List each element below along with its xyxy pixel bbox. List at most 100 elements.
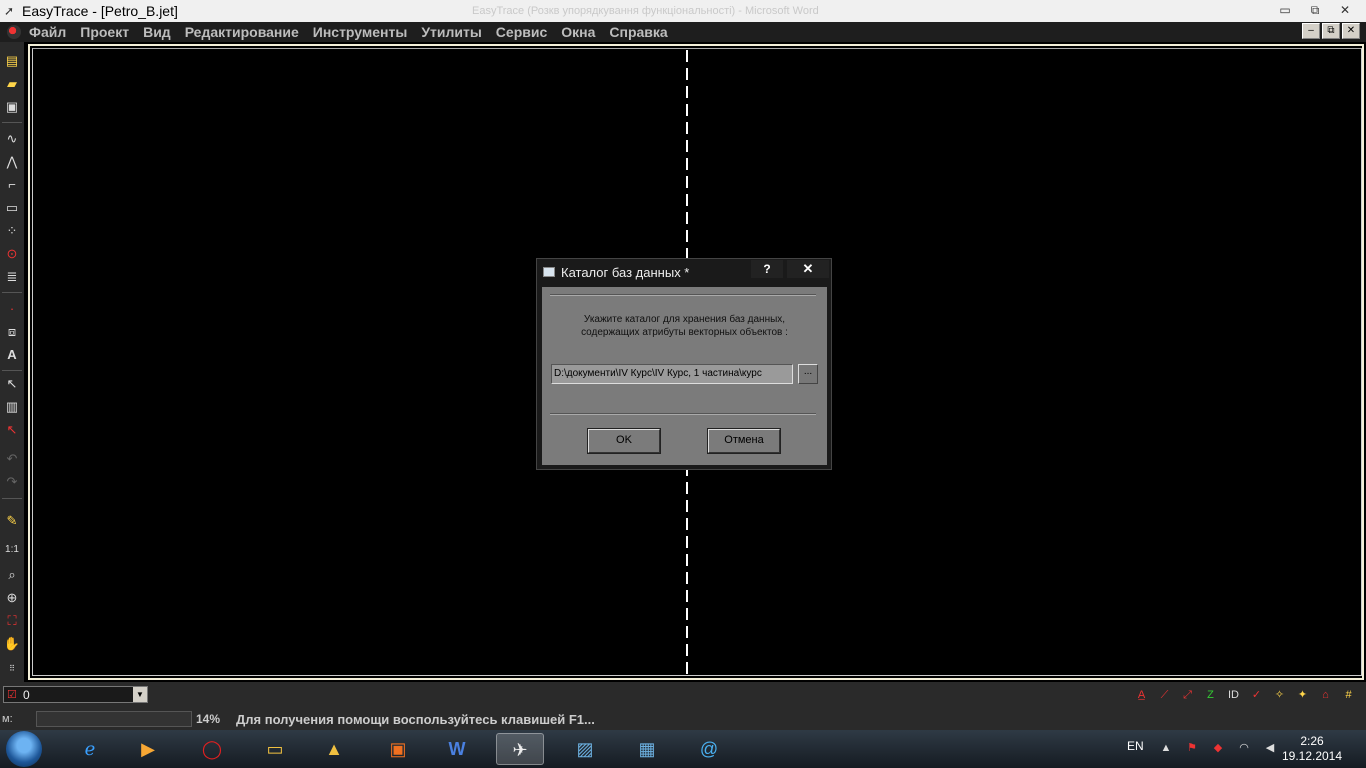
dialog-close-button[interactable]: ✕ [787, 260, 829, 278]
symbol-tool-icon[interactable]: ⧈ [3, 323, 21, 341]
zoom-icon[interactable]: ⌕ [3, 566, 21, 584]
snap-node-icon[interactable]: ✦ [1293, 686, 1312, 704]
minimize-button[interactable]: ▭ [1272, 2, 1298, 19]
ratio-icon[interactable]: ⠿ [3, 660, 21, 678]
catalog-path-field[interactable]: D:\документи\IV Курс\IV Курс, 1 частина\… [551, 364, 793, 384]
layer-check-icon: ☑ [7, 688, 17, 701]
menu-edit[interactable]: Редактирование [185, 24, 299, 40]
doc-minimize-button[interactable]: – [1302, 23, 1320, 39]
menu-windows[interactable]: Окна [561, 24, 595, 40]
open-folder-icon[interactable]: ▰ [3, 75, 21, 93]
scale-one-to-one-icon[interactable]: 1:1 [3, 541, 21, 559]
menu-file[interactable]: Файл [29, 24, 66, 40]
menu-project[interactable]: Проект [80, 24, 129, 40]
zoom-window-icon[interactable]: ⊕ [3, 589, 21, 607]
prompt-line-2: содержащих атрибуты векторных объектов : [581, 327, 788, 338]
doc-close-button[interactable]: ✕ [1342, 23, 1360, 39]
media-player-icon[interactable]: ▶ [124, 733, 172, 765]
left-toolbar: ▤ ▰ ▣ ∿ ⋀ ⌐ ▭ ⁘ ⊙ ≣ · ⧈ A ↖ ▥ ↖ ↶ ↷ ✎ 1:… [0, 42, 24, 682]
volume-icon[interactable]: ◀ [1262, 740, 1278, 756]
doc-restore-button[interactable]: ⧉ [1322, 23, 1340, 39]
bottom-separator [550, 413, 816, 415]
line-edit-icon[interactable]: ⟋ [1155, 686, 1174, 704]
step-line-tool-icon[interactable]: ⌐ [3, 176, 21, 194]
system-tray: ▲ ⚑ ◆ ◠ ◀ [1158, 740, 1278, 756]
zoom-extents-icon[interactable]: ⛶ [3, 612, 21, 630]
app-arrow-icon: ➚ [4, 4, 15, 18]
right-tool-icons: A̲ ⟋ ⤢ Z ID ✓ ✧ ✦ ⌂ # [1132, 686, 1358, 704]
status-help-text: Для получения помощи воспользуйтесь клав… [236, 711, 595, 727]
hatch-tool-icon[interactable]: ≣ [3, 268, 21, 286]
toolbar-separator [2, 370, 22, 371]
undo-icon[interactable]: ↶ [3, 450, 21, 468]
layer-toolbar: ☑ 0 ▼ A̲ ⟋ ⤢ Z ID ✓ ✧ ✦ ⌂ # [0, 682, 1366, 708]
rectangle-tool-icon[interactable]: ▭ [3, 199, 21, 217]
polyline-tool-icon[interactable]: ⋀ [3, 153, 21, 171]
aimp-player-icon[interactable]: ▲ [310, 733, 358, 765]
mail-agent-icon[interactable]: @ [685, 733, 733, 765]
toolbar-separator [2, 122, 22, 123]
new-file-icon[interactable]: ▤ [3, 52, 21, 70]
z-order-icon[interactable]: Z [1201, 686, 1220, 704]
restore-button[interactable]: ⧉ [1302, 2, 1328, 19]
pencil-icon[interactable]: ✎ [3, 512, 21, 530]
snap-icon[interactable]: ✧ [1270, 686, 1289, 704]
database-catalog-dialog: Каталог баз данных * ? ✕ Укажите каталог… [536, 258, 832, 470]
grid-icon[interactable]: # [1339, 686, 1358, 704]
scale-label: м: [2, 713, 13, 725]
menu-help[interactable]: Справка [609, 24, 667, 40]
coordinate-field [36, 711, 192, 727]
dialog-title: Каталог баз данных * [561, 264, 690, 280]
action-center-icon[interactable]: ⚑ [1184, 740, 1200, 756]
circle-point-tool-icon[interactable]: ⊙ [3, 245, 21, 263]
picture-viewer-icon[interactable]: ▨ [561, 733, 609, 765]
word-icon[interactable]: W [433, 733, 481, 765]
dialog-help-button[interactable]: ? [751, 260, 783, 278]
menu-bar: Файл Проект Вид Редактирование Инструмен… [0, 22, 1366, 42]
select-node-icon[interactable]: ↖ [3, 421, 21, 439]
close-button[interactable]: ✕ [1332, 2, 1358, 19]
home-icon[interactable]: ⌂ [1316, 686, 1335, 704]
document-system-icon[interactable] [7, 25, 21, 39]
window-controls: ▭ ⧉ ✕ [1272, 2, 1358, 19]
point-tool-icon[interactable]: · [3, 300, 21, 318]
text-tool-icon[interactable]: A [3, 346, 21, 364]
multi-select-icon[interactable]: ▥ [3, 398, 21, 416]
attribute-icon[interactable]: A̲ [1132, 686, 1151, 704]
menu-utilities[interactable]: Утилиты [421, 24, 481, 40]
select-arrow-icon[interactable]: ↖ [3, 375, 21, 393]
antivirus-icon[interactable]: ◆ [1210, 740, 1226, 756]
easytrace-task-icon[interactable]: ✈ [496, 733, 544, 765]
background-window-title: EasyTrace (Розкв упорядкування функціона… [472, 5, 819, 17]
ok-button[interactable]: OK [587, 428, 661, 454]
redo-icon[interactable]: ↷ [3, 473, 21, 491]
dropdown-arrow-icon[interactable]: ▼ [133, 687, 147, 702]
toolbar-separator [2, 498, 22, 499]
clock[interactable]: 2:26 19.12.2014 [1280, 734, 1344, 764]
layer-select[interactable]: ☑ 0 ▼ [3, 686, 148, 703]
pan-hand-icon[interactable]: ✋ [3, 635, 21, 653]
start-button[interactable] [6, 731, 42, 767]
menu-service[interactable]: Сервис [496, 24, 547, 40]
curve-tool-icon[interactable]: ∿ [3, 130, 21, 148]
vertex-icon[interactable]: ⤢ [1178, 686, 1197, 704]
show-hidden-icons-icon[interactable]: ▲ [1158, 740, 1174, 756]
opera-icon[interactable]: ◯ [188, 733, 236, 765]
check-validate-icon[interactable]: ✓ [1247, 686, 1266, 704]
internet-explorer-icon[interactable]: ℯ [66, 733, 114, 765]
file-explorer-icon[interactable]: ▭ [251, 733, 299, 765]
window-title-bar: ➚ EasyTrace - [Petro_B.jet] EasyTrace (Р… [0, 0, 1366, 22]
pdf-reader-icon[interactable]: ▣ [374, 733, 422, 765]
document-window-controls: – ⧉ ✕ [1302, 23, 1360, 39]
save-icon[interactable]: ▣ [3, 98, 21, 116]
dotted-arc-tool-icon[interactable]: ⁘ [3, 222, 21, 240]
menu-tools[interactable]: Инструменты [313, 24, 408, 40]
network-icon[interactable]: ▦ [623, 733, 671, 765]
language-indicator[interactable]: EN [1127, 739, 1144, 753]
cancel-button[interactable]: Отмена [707, 428, 781, 454]
browse-button[interactable]: ... [798, 364, 818, 384]
wifi-icon[interactable]: ◠ [1236, 740, 1252, 756]
id-icon[interactable]: ID [1224, 686, 1243, 704]
menu-view[interactable]: Вид [143, 24, 171, 40]
window-title: EasyTrace - [Petro_B.jet] [22, 3, 178, 19]
